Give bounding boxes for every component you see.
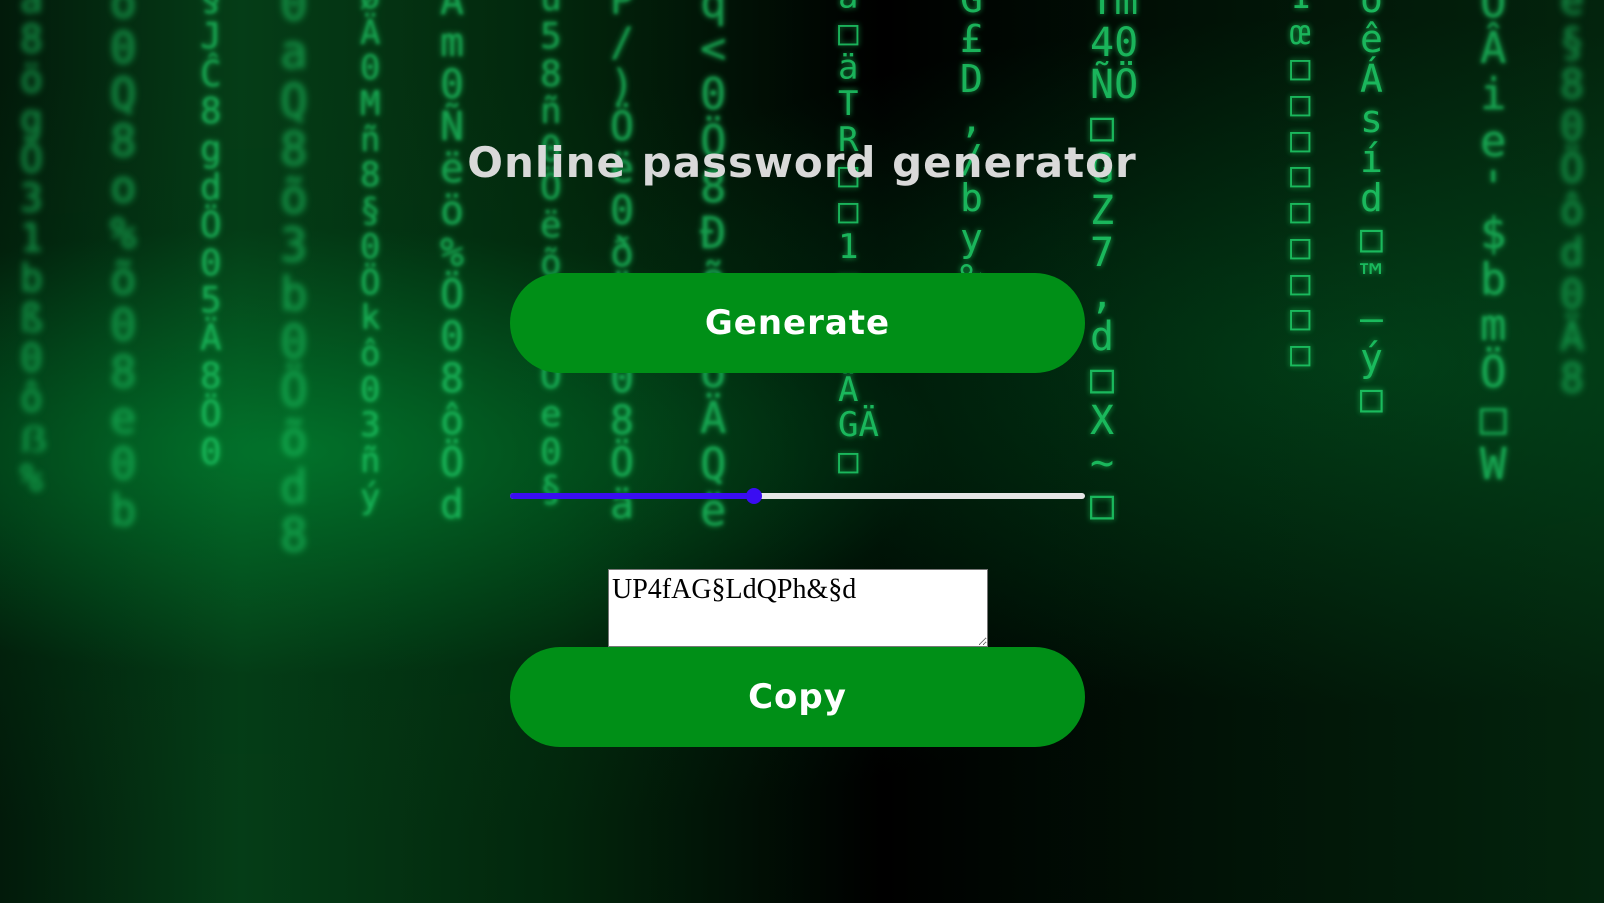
matrix-column: § J Ĉ 8 g d Ö 0 5 Ä 8 Ö 0 <box>200 0 222 473</box>
generate-button[interactable]: Generate <box>510 273 1085 373</box>
matrix-column: Ö Â i e ' $ b m Ö □ W <box>1480 0 1507 490</box>
matrix-column: ë § 8 0 Ö ô d 0 Ä 8 <box>1560 0 1585 402</box>
matrix-column: P / ) Ö ë 0 ð Ö G 0 8 Ö ä <box>610 0 635 528</box>
page-title: Online password generator <box>467 138 1137 187</box>
matrix-column: a 8 ö g Ö 3 1 b ß 0 ô ẞ % <box>20 0 48 500</box>
matrix-column: ä □ ä T R □ □ 1 □ U □ Ä GÄ □ <box>838 0 879 481</box>
matrix-column: 0 a Q 8 õ 3 b 0 Ö õ d 8 <box>280 0 308 563</box>
matrix-column: Tm 40 ÑÖ □ G Z 7 , d □ X ~ □ <box>1090 0 1139 528</box>
copy-button[interactable]: Copy <box>510 647 1085 747</box>
matrix-column: ô ê Á s í d □ ™ — ý □ <box>1360 0 1383 420</box>
matrix-column: q < 0 Ö 8 Ð õ 0 ô Ä Q ë <box>700 0 727 537</box>
matrix-column: ö 0 Q 8 o % õ 0 8 e 0 b <box>110 0 137 537</box>
matrix-background: a 8 ö g Ö 3 1 b ß 0 ô ẞ % ö 0 Q 8 o % õ … <box>0 0 1604 903</box>
matrix-column: u 5 8 ñ 0 Ö ë õ 8 0 Ö e 0 § <box>540 0 562 511</box>
slider-fill <box>510 493 755 499</box>
slider-thumb[interactable] <box>746 488 763 504</box>
matrix-column: Å m 0 Ñ ë ö % Ö 0 8 ô Ö d <box>440 0 465 528</box>
password-output-field[interactable]: UP4fAG§LdQPh&§d <box>608 569 988 647</box>
page-root: a 8 ö g Ö 3 1 b ß 0 ô ẞ % ö 0 Q 8 o % õ … <box>0 0 1604 903</box>
length-slider[interactable] <box>510 488 1085 504</box>
matrix-column: ø Ä 0 M ñ 8 § 0 Ö k ô 0 3 ñ ý <box>360 0 381 517</box>
